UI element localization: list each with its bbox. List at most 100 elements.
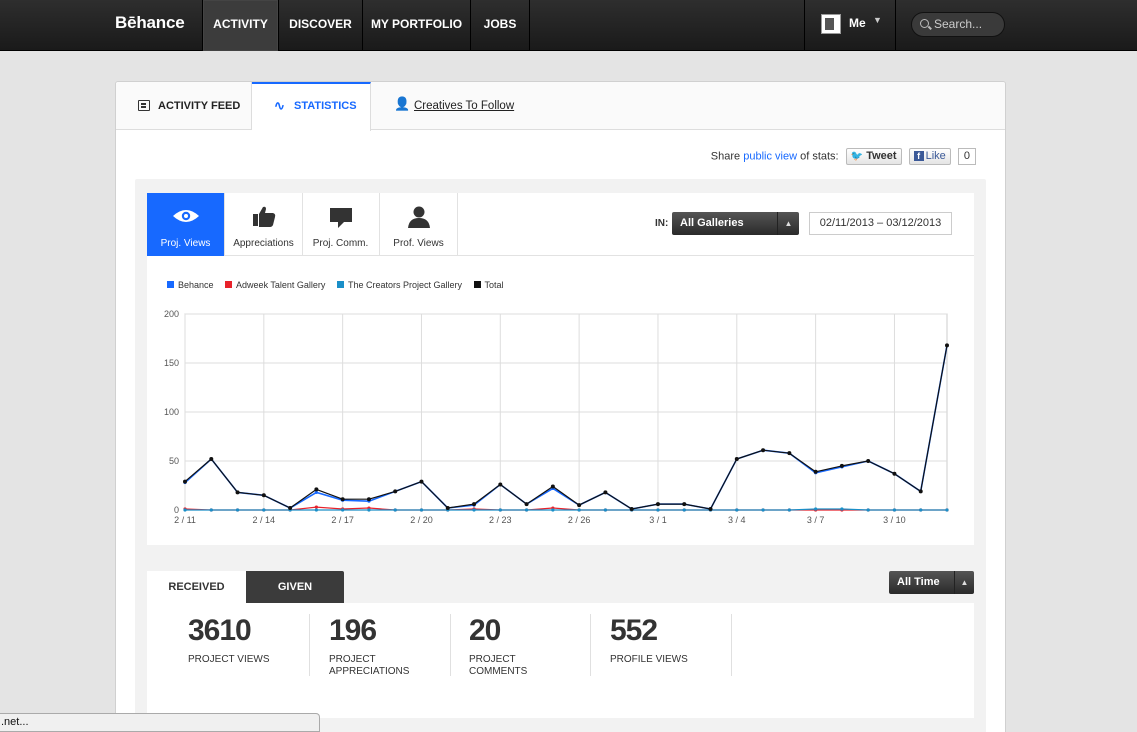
stat-project-appreciations: 196 PROJECT APPRECIATIONS: [310, 614, 451, 677]
legend-label: Adweek Talent Gallery: [236, 280, 326, 290]
twitter-bird-icon: 🐦: [850, 151, 864, 162]
x-tick-label: 2 / 17: [331, 515, 354, 525]
line-chart: 0 50 100 150 200 2 / 11 2 / 14 2 / 17 2 / 20 2 / …: [164, 309, 949, 525]
gallery-select[interactable]: All Galleries ▲: [672, 212, 799, 235]
stat-label: PROJECT VIEWS: [188, 654, 270, 665]
data-point: [761, 508, 765, 512]
data-point: [866, 459, 871, 463]
tab-creatives-label: Creatives To Follow: [414, 100, 515, 112]
data-point: [472, 502, 477, 507]
updown-arrow-icon: ▲: [777, 212, 799, 235]
nav-jobs[interactable]: JOBS: [470, 0, 530, 51]
x-tick-label: 2 / 14: [253, 515, 276, 525]
stat-label: PROJECT APPRECIATIONS: [329, 654, 410, 677]
data-point: [445, 506, 450, 511]
data-point: [734, 457, 739, 462]
y-tick-label: 150: [164, 358, 179, 368]
nav-discover[interactable]: DISCOVER: [278, 0, 362, 51]
metric-tab-project-comments[interactable]: Proj. Comm.: [302, 193, 380, 256]
period-select[interactable]: All Time ▲: [889, 571, 974, 594]
data-point: [787, 508, 791, 512]
facebook-icon: f: [913, 151, 924, 161]
search-placeholder: Search...: [934, 17, 983, 31]
data-point: [209, 457, 214, 462]
tweet-button[interactable]: 🐦 Tweet: [845, 148, 902, 165]
legend-item-behance: Behance: [167, 280, 214, 290]
stat-project-comments: 20 PROJECT COMMENTS: [450, 614, 591, 677]
data-point: [235, 490, 240, 495]
search-input[interactable]: Search...: [911, 12, 1005, 37]
data-point: [472, 508, 476, 512]
data-point: [629, 507, 634, 512]
metric-tabs: Proj. Views Appreciations Proj. Comm. Pr…: [147, 193, 974, 256]
data-point: [340, 497, 345, 502]
tab-creatives-to-follow[interactable]: 👤 Creatives To Follow: [372, 82, 532, 130]
data-point: [393, 489, 398, 494]
data-point: [524, 502, 529, 507]
data-point: [498, 508, 502, 512]
data-point: [682, 502, 687, 507]
tab-statistics-label: STATISTICS: [294, 100, 357, 112]
legend-item-creators: The Creators Project Gallery: [336, 280, 462, 290]
tab-activity-feed[interactable]: ACTIVITY FEED: [116, 82, 252, 130]
data-point: [498, 482, 503, 487]
top-navbar: Bēhance ACTIVITY DISCOVER MY PORTFOLIO J…: [0, 0, 1137, 51]
stat-label: PROJECT COMMENTS: [469, 654, 528, 677]
like-label: Like: [925, 150, 946, 162]
x-tick-label: 3 / 4: [728, 515, 746, 525]
public-view-link[interactable]: public view: [743, 150, 797, 162]
data-point: [918, 489, 923, 494]
comment-icon: [302, 205, 379, 229]
like-count: 0: [957, 148, 976, 165]
x-tick-label: 2 / 26: [568, 515, 591, 525]
legend-label: Total: [484, 280, 504, 290]
nav-activity[interactable]: ACTIVITY: [202, 0, 278, 51]
data-point: [787, 451, 792, 456]
summary-stats: 3610 PROJECT VIEWS 196 PROJECT APPRECIAT…: [147, 603, 974, 718]
y-tick-label: 200: [164, 309, 179, 319]
browser-status-bar: .net...: [0, 713, 320, 732]
metric-tab-profile-views[interactable]: Prof. Views: [380, 193, 458, 256]
metric-tab-label: Prof. Views: [393, 238, 444, 249]
data-point: [813, 469, 818, 474]
tab-statistics[interactable]: ∿ STATISTICS: [252, 82, 371, 131]
data-point: [839, 463, 844, 468]
eye-icon: [147, 205, 224, 229]
x-tick-label: 3 / 7: [807, 515, 825, 525]
x-tick-label: 2 / 23: [489, 515, 512, 525]
avatar: [821, 14, 841, 34]
data-point: [735, 508, 739, 512]
data-point: [945, 343, 949, 348]
behance-logo[interactable]: Bēhance: [115, 13, 185, 33]
data-point: [655, 502, 660, 507]
data-point: [419, 479, 424, 484]
thumbs-up-icon: [225, 205, 302, 229]
nav-my-portfolio[interactable]: MY PORTFOLIO: [362, 0, 470, 51]
date-range-input[interactable]: 02/11/2013 – 03/12/2013: [809, 212, 952, 235]
data-point: [577, 508, 581, 512]
data-point: [919, 508, 923, 512]
user-menu[interactable]: Me ▼: [804, 0, 896, 51]
tweet-label: Tweet: [866, 150, 897, 162]
data-point: [419, 508, 424, 512]
data-point: [366, 497, 371, 502]
chevron-down-icon: ▼: [873, 15, 882, 25]
y-tick-label: 100: [164, 407, 179, 417]
chart-legend: Behance Adweek Talent Gallery The Creato…: [167, 280, 513, 290]
stat-project-views: 3610 PROJECT VIEWS: [169, 614, 310, 676]
series-line: [184, 345, 948, 510]
metric-tab-project-views[interactable]: Proj. Views: [147, 193, 225, 256]
tab-given[interactable]: GIVEN: [246, 571, 344, 603]
updown-arrow-icon: ▲: [954, 571, 974, 594]
metric-tab-appreciations[interactable]: Appreciations: [225, 193, 303, 256]
tab-received[interactable]: RECEIVED: [147, 571, 246, 603]
search-icon: [920, 19, 929, 28]
like-button[interactable]: f Like: [908, 148, 951, 165]
data-point: [367, 508, 371, 512]
data-point: [761, 448, 766, 453]
data-point: [550, 484, 555, 489]
data-point: [551, 508, 555, 512]
data-point: [314, 487, 319, 492]
chart-card: Proj. Views Appreciations Proj. Comm. Pr…: [147, 193, 974, 545]
data-point: [314, 508, 318, 512]
